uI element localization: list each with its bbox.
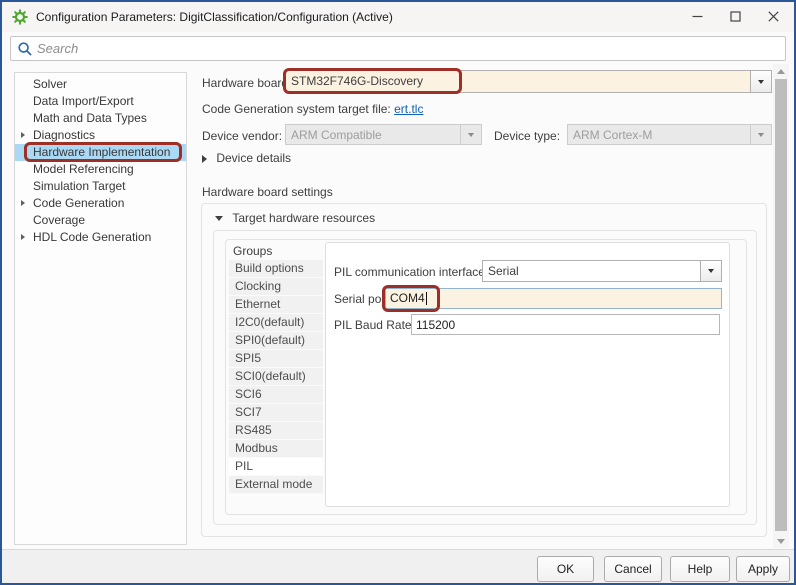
sidebar-item-label: Solver (33, 77, 67, 91)
chevron-down-icon (460, 125, 481, 144)
device-type-value: ARM Cortex-M (573, 125, 749, 146)
pil-baud-rate-field-frame (411, 314, 720, 335)
collapse-arrow-icon (215, 216, 223, 221)
target-hardware-resources-label: Target hardware resources (232, 211, 375, 225)
chevron-down-icon[interactable] (750, 71, 771, 92)
apply-button[interactable]: Apply (736, 556, 790, 582)
sidebar-item-label: Diagnostics (33, 128, 95, 142)
search-input[interactable] (37, 38, 781, 59)
close-icon (768, 11, 779, 22)
hardware-board-value: STM32F746G-Discovery (291, 71, 749, 92)
device-type-dropdown: ARM Cortex-M (567, 124, 772, 145)
pil-baud-rate-input[interactable] (416, 315, 719, 334)
sidebar-item-label: Data Import/Export (33, 94, 134, 108)
device-vendor-label: Device vendor: (202, 129, 282, 143)
arrow-down-icon (777, 539, 785, 544)
cancel-button[interactable]: Cancel (604, 556, 662, 582)
serial-port-value: COM4 (390, 291, 425, 305)
sidebar-item-label: Simulation Target (33, 179, 126, 193)
pil-interface-label: PIL communication interface: (334, 265, 488, 279)
device-details-label: Device details (216, 151, 291, 165)
configuration-parameters-dialog: Configuration Parameters: DigitClassific… (0, 0, 796, 585)
arrow-up-icon (777, 69, 785, 74)
group-item-external-mode[interactable]: External mode (229, 476, 323, 493)
pil-interface-value: Serial (488, 261, 699, 282)
group-item-pil[interactable]: PIL (229, 458, 323, 475)
titlebar: Configuration Parameters: DigitClassific… (2, 2, 794, 32)
expand-arrow-icon (202, 155, 207, 163)
ok-button[interactable]: OK (537, 556, 594, 582)
window-title: Configuration Parameters: DigitClassific… (36, 10, 393, 24)
minimize-icon (692, 11, 703, 22)
vertical-scrollbar (773, 64, 789, 548)
sidebar-item-label: Coverage (33, 213, 85, 227)
sidebar-item-label: Math and Data Types (33, 111, 147, 125)
search-bar (2, 32, 794, 64)
target-file-row: Code Generation system target file: ert.… (202, 102, 423, 116)
device-details-expander[interactable]: Device details (202, 151, 291, 165)
chevron-down-icon[interactable] (700, 261, 721, 281)
target-hardware-resources-expander[interactable]: Target hardware resources (215, 211, 375, 225)
group-item-ethernet[interactable]: Ethernet (229, 296, 323, 313)
chevron-down-icon (750, 125, 771, 144)
sidebar-item-data-import-export[interactable]: Data Import/Export (15, 93, 186, 110)
sidebar-item-coverage[interactable]: Coverage (15, 212, 186, 229)
group-item-sci0[interactable]: SCI0(default) (229, 368, 323, 385)
serial-port-label: Serial port: (334, 292, 392, 306)
window-controls (678, 2, 792, 32)
group-item-spi5[interactable]: SPI5 (229, 350, 323, 367)
device-type-label: Device type: (494, 129, 560, 143)
sidebar-item-code-generation[interactable]: Code Generation (15, 195, 186, 212)
sidebar-item-solver[interactable]: Solver (15, 76, 186, 93)
sidebar-item-model-referencing[interactable]: Model Referencing (15, 161, 186, 178)
hardware-board-label: Hardware board: (202, 76, 291, 90)
pil-baud-rate-label: PIL Baud Rate: (334, 318, 415, 332)
help-button[interactable]: Help (670, 556, 730, 582)
sidebar-item-hdl-code-generation[interactable]: HDL Code Generation (15, 229, 186, 246)
target-file-label: Code Generation system target file: (202, 102, 391, 116)
sidebar-item-label: Code Generation (33, 196, 124, 210)
maximize-button[interactable] (716, 2, 754, 31)
search-icon (17, 41, 33, 57)
group-item-rs485[interactable]: RS485 (229, 422, 323, 439)
close-button[interactable] (754, 2, 792, 31)
group-item-sci7[interactable]: SCI7 (229, 404, 323, 421)
pil-interface-dropdown[interactable]: Serial (482, 260, 722, 282)
scroll-down-button[interactable] (773, 534, 789, 548)
device-vendor-value: ARM Compatible (291, 125, 459, 146)
groups-list: Build options Clocking Ethernet I2C0(def… (229, 260, 323, 494)
sidebar-item-simulation-target[interactable]: Simulation Target (15, 178, 186, 195)
sidebar-tree: Solver Data Import/Export Math and Data … (14, 72, 187, 545)
groups-heading: Groups (233, 244, 272, 258)
scrollbar-thumb[interactable] (775, 79, 787, 531)
sidebar-item-math-and-data-types[interactable]: Math and Data Types (15, 110, 186, 127)
target-file-link[interactable]: ert.tlc (394, 102, 423, 116)
footer-bar: OK Cancel Help Apply (2, 549, 794, 583)
group-item-modbus[interactable]: Modbus (229, 440, 323, 457)
hardware-board-settings-heading: Hardware board settings (202, 185, 333, 199)
minimize-button[interactable] (678, 2, 716, 31)
text-cursor (426, 292, 427, 305)
maximize-icon (730, 11, 741, 22)
expand-arrow-icon[interactable] (21, 234, 25, 240)
group-item-build-options[interactable]: Build options (229, 260, 323, 277)
sidebar-item-label: HDL Code Generation (33, 230, 151, 244)
config-gear-icon (12, 9, 28, 25)
expand-arrow-icon[interactable] (21, 132, 25, 138)
expand-arrow-icon[interactable] (21, 200, 25, 206)
scroll-up-button[interactable] (773, 64, 789, 78)
device-vendor-dropdown: ARM Compatible (285, 124, 482, 145)
sidebar-item-label: Hardware Implementation (33, 145, 170, 159)
sidebar-item-diagnostics[interactable]: Diagnostics (15, 127, 186, 144)
serial-port-input[interactable]: COM4 (385, 288, 722, 309)
group-item-sci6[interactable]: SCI6 (229, 386, 323, 403)
group-item-i2c0[interactable]: I2C0(default) (229, 314, 323, 331)
group-item-clocking[interactable]: Clocking (229, 278, 323, 295)
search-field-frame (10, 36, 786, 61)
hardware-board-dropdown[interactable]: STM32F746G-Discovery (285, 70, 772, 93)
sidebar-item-hardware-implementation[interactable]: Hardware Implementation (15, 144, 186, 161)
sidebar-item-label: Model Referencing (33, 162, 134, 176)
group-item-spi0[interactable]: SPI0(default) (229, 332, 323, 349)
